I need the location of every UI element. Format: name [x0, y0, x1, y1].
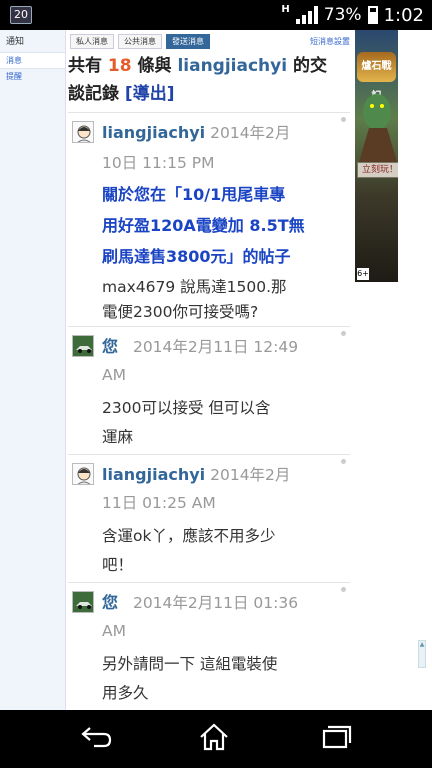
tab-public[interactable]: 公共消息 [118, 33, 162, 49]
heading-middle: 條與 [137, 56, 172, 76]
message-time: 2014年2月 [210, 124, 291, 142]
export-link[interactable]: [導出] [125, 84, 175, 104]
network-type: H [281, 4, 290, 15]
calendar-notification-icon: 20 [10, 6, 32, 24]
message-settings-link[interactable]: 短消息設置 [310, 36, 350, 47]
home-icon [200, 723, 228, 751]
message-body-line: 2300可以接受 但可以含 [102, 399, 271, 417]
heading-prefix: 共有 [68, 56, 102, 76]
tab-send[interactable]: 發送消息 [166, 33, 210, 49]
avatar[interactable] [72, 121, 94, 143]
message-item: liangjiachyi 2014年2月 10日 11:15 PM 關於您在「1… [68, 112, 350, 326]
right-sidebar [398, 30, 432, 710]
left-nav: 通知 消息 提醒 [0, 30, 66, 710]
heading-suffix-1: 的交 [292, 56, 327, 76]
navigation-bar [0, 710, 432, 768]
message-time: 2014年2月11日 01:36 [132, 594, 299, 612]
message-author[interactable]: 您 [102, 337, 118, 356]
post-link-line-2[interactable]: 用好盈120A電變加 8.5T無 [102, 210, 348, 241]
car-avatar-icon [73, 336, 93, 356]
message-time: 2014年2月11日 12:49 [132, 338, 299, 356]
person-avatar-icon [77, 467, 91, 484]
clock: 1:02 [383, 4, 424, 26]
message-body-line: 吧！ [102, 556, 134, 574]
avatar[interactable] [72, 591, 94, 613]
message-count: 18 [107, 56, 132, 76]
left-nav-title: 通知 [6, 37, 25, 47]
message-item: 您 2014年2月11日 12:49 AM 2300可以接受 但可以含 運麻 [68, 326, 350, 454]
post-link-line-1[interactable]: 關於您在「10/1甩尾車專 [102, 179, 348, 210]
message-time-cont: 11日 01:25 AM [102, 494, 216, 512]
ad-rating-badge: 6+ [357, 268, 369, 280]
scroll-to-top-icon[interactable]: ▲ [418, 640, 426, 668]
message-item: liangjiachyi 2014年2月 11日 01:25 AM 含運ok丫，… [68, 454, 350, 582]
message-time-cont: AM [102, 622, 126, 640]
ad-character-icon [359, 94, 397, 162]
ad-play-button[interactable]: 立刻玩！ [357, 162, 398, 178]
home-button[interactable] [196, 722, 236, 756]
message-body-line: 運麻 [102, 428, 134, 446]
conversation-user[interactable]: liangjiachyi [177, 56, 287, 76]
back-button[interactable] [78, 722, 118, 756]
recents-icon [322, 725, 352, 749]
battery-icon [367, 6, 378, 24]
message-body-line: 含運ok丫，應該不用多少 [102, 527, 276, 545]
back-icon [81, 727, 112, 748]
status-bar: 20 H 73% 1:02 [0, 0, 432, 30]
battery-percent: 73% [323, 5, 362, 25]
message-author[interactable]: liangjiachyi [102, 123, 205, 142]
message-body-line: 用多久 [102, 684, 149, 702]
left-nav-item-reminders[interactable]: 提醒 [0, 68, 65, 84]
heading-suffix-2: 談記錄 [68, 84, 119, 104]
person-avatar-icon [77, 125, 91, 142]
web-page[interactable]: 通知 消息 提醒 私人消息 公共消息 發送消息 短消息設置 共有 18 條與 l… [0, 30, 432, 710]
message-time-cont: AM [102, 366, 126, 384]
avatar[interactable] [72, 463, 94, 485]
left-nav-item-messages[interactable]: 消息 [0, 52, 65, 68]
avatar[interactable] [72, 335, 94, 357]
page-title: 共有 18 條與 liangjiachyi 的交 談記錄 [導出] [68, 52, 350, 108]
recents-button[interactable] [318, 722, 358, 756]
message-body-line: 另外請問一下 這組電裝使 [102, 655, 278, 673]
message-tabs: 私人消息 公共消息 發送消息 [70, 33, 350, 49]
message-author[interactable]: liangjiachyi [102, 465, 205, 484]
post-link-line-3[interactable]: 刷馬達售3800元」的帖子 [102, 241, 348, 272]
message-item: 您 2014年2月11日 01:36 AM 另外請問一下 這組電裝使 用多久 [68, 582, 350, 710]
ad-title: 爐石戰記 [357, 52, 396, 102]
hearthstone-ad[interactable]: 爐石戰記 立刻玩！ 6+ [355, 30, 398, 282]
car-avatar-icon [73, 592, 93, 612]
message-time-cont: 10日 11:15 PM [102, 154, 215, 172]
signal-icon [295, 6, 318, 24]
message-author[interactable]: 您 [102, 593, 118, 612]
message-body-line: 電便2300你可接受嗎? [102, 303, 259, 321]
message-time: 2014年2月 [210, 466, 291, 484]
tab-private[interactable]: 私人消息 [70, 33, 114, 49]
